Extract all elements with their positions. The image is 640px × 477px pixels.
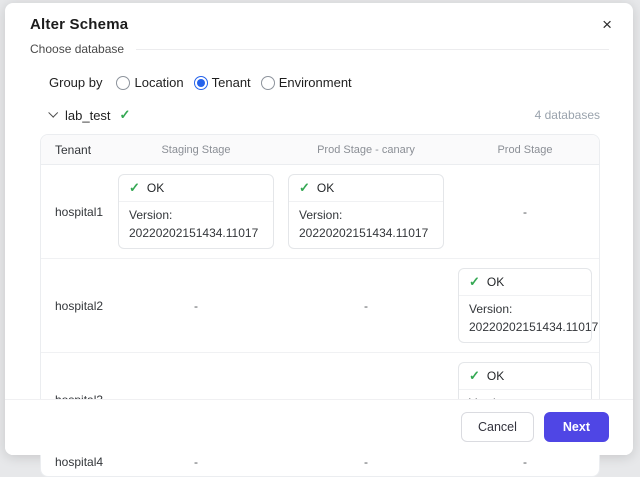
check-icon: ✓ [469, 368, 480, 384]
radio-location-label: Location [134, 75, 183, 90]
status-label: OK [147, 181, 164, 195]
close-icon[interactable]: × [597, 13, 617, 36]
radio-location-icon[interactable] [116, 76, 130, 90]
subtitle-divider [136, 49, 609, 50]
status-card: ✓ OK Version: 20220202151434.11017 [118, 174, 274, 249]
tenant-name: hospital4 [41, 455, 111, 469]
column-header-prod: Prod Stage [451, 144, 599, 156]
dialog-footer: Cancel Next [5, 399, 633, 456]
table-row: hospital2 - - ✓ OK Version: 202202021514… [41, 258, 599, 352]
database-count: 4 databases [535, 108, 600, 122]
tenant-name: hospital1 [41, 205, 111, 219]
status-card: ✓ OK Version: 20220202151434.11017 [458, 268, 592, 343]
chevron-down-icon[interactable] [48, 108, 58, 118]
dialog-subtitle: Choose database [30, 42, 124, 56]
radio-option-location[interactable]: Location [116, 75, 183, 90]
radio-option-environment[interactable]: Environment [261, 75, 352, 90]
empty-cell-dash: - [523, 455, 527, 469]
empty-cell-dash: - [523, 205, 527, 219]
empty-cell-dash: - [194, 299, 198, 313]
empty-cell-dash: - [194, 455, 198, 469]
table-header-row: Tenant Staging Stage Prod Stage - canary… [41, 135, 599, 165]
cancel-button[interactable]: Cancel [461, 412, 534, 443]
empty-cell-dash: - [364, 455, 368, 469]
radio-environment-label: Environment [279, 75, 352, 90]
group-by-section: Group by Location Tenant Environment [49, 75, 633, 90]
column-header-prod-canary: Prod Stage - canary [281, 144, 451, 156]
table-row: hospital1 ✓ OK Version: 20220202151434.1… [41, 165, 599, 258]
radio-option-tenant[interactable]: Tenant [194, 75, 251, 90]
status-label: OK [487, 275, 504, 289]
version-value: 20220202151434.11017 [129, 224, 263, 242]
database-group-name: lab_test [65, 108, 111, 123]
check-icon: ✓ [469, 274, 480, 290]
alter-schema-dialog: Alter Schema × Choose database Group by … [5, 3, 633, 455]
radio-tenant-icon[interactable] [194, 76, 208, 90]
dialog-header: Alter Schema × Choose database [5, 3, 633, 56]
status-card: ✓ OK Version: 20220202151434.11017 [288, 174, 444, 249]
version-label: Version: [299, 206, 433, 224]
version-value: 20220202151434.11017 [299, 224, 433, 242]
version-value: 20220202151434.11017 [469, 318, 581, 336]
check-icon: ✓ [299, 180, 310, 196]
tenant-name: hospital2 [41, 299, 111, 313]
status-label: OK [487, 369, 504, 383]
empty-cell-dash: - [364, 299, 368, 313]
column-header-staging: Staging Stage [111, 144, 281, 156]
next-button[interactable]: Next [544, 412, 609, 443]
version-label: Version: [469, 300, 581, 318]
check-icon: ✓ [129, 180, 140, 196]
database-group-row: lab_test ✓ 4 databases [49, 107, 600, 123]
radio-tenant-label: Tenant [212, 75, 251, 90]
dialog-title: Alter Schema [30, 16, 609, 33]
check-icon: ✓ [120, 107, 131, 123]
group-by-label: Group by [49, 75, 102, 90]
version-label: Version: [129, 206, 263, 224]
column-header-tenant: Tenant [41, 143, 111, 157]
radio-environment-icon[interactable] [261, 76, 275, 90]
status-label: OK [317, 181, 334, 195]
